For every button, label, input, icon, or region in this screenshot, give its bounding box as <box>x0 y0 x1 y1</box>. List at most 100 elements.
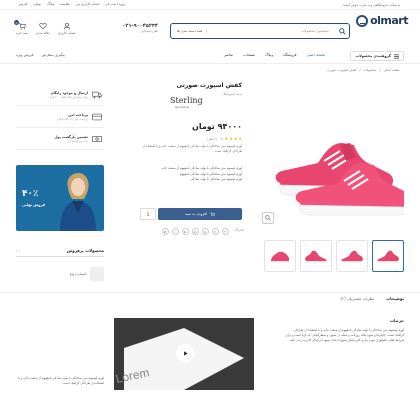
product-tabs: توضیحات نظرات مشتریان (۲) <box>340 296 404 301</box>
play-icon <box>183 350 188 356</box>
tab-description[interactable]: توضیحات <box>386 296 404 301</box>
top-links: ورود / ثبت نام حساب کاربری من مقایسه وبل… <box>18 2 125 6</box>
best-sellers-divider <box>16 256 104 257</box>
nav-item-blog[interactable]: وبلاگ <box>265 53 273 57</box>
nav-item-shop[interactable]: فروشگاه <box>283 53 296 57</box>
currency-select[interactable]: تومان <box>33 2 41 6</box>
cart-count-badge: 0 <box>14 20 19 25</box>
nav-right-links: پیگیری سفارش فروش ویژه <box>16 53 65 57</box>
top-link-compare[interactable]: مقایسه <box>60 2 70 6</box>
promo-text: به سایت فروشگاهی وب مارت خوش آمدید <box>343 3 400 7</box>
truck-icon <box>92 91 102 98</box>
product-rating: ★ ★ ★ ★ ★ (۲ نظر) <box>207 136 242 141</box>
details-text: لورم ایپسوم متن ساختگی با تولید سادگی نا… <box>285 328 404 343</box>
product-price: ۹۴۰۰۰ تومان <box>191 122 242 131</box>
order-tracking-link[interactable]: پیگیری سفارش <box>42 53 65 57</box>
details-text-secondary: لورم ایپسوم متن ساختگی با تولید سادگی نا… <box>18 376 104 385</box>
list-item[interactable]: اسمارت واچ <box>16 267 104 281</box>
language-select[interactable]: فارسی <box>18 2 27 6</box>
linkedin-icon[interactable]: in <box>191 228 199 235</box>
thumbnail[interactable] <box>372 240 404 272</box>
wishlist-label: علاقه مندی <box>35 31 50 35</box>
promo-banner[interactable]: ۴۰٪ فروش نهایی <box>16 165 104 231</box>
service-refund: تضمین بازگشت پول تا ۷ روز ضمانت <box>16 128 104 150</box>
site-logo[interactable]: olmart <box>356 14 408 27</box>
breadcrumb: صفحه اصلی / محصولات / کفش اسپورت صورتی <box>327 68 400 72</box>
cart-label: سبد خرید <box>16 31 28 35</box>
search-category-select[interactable]: همه دسته بندی ها <box>173 29 208 33</box>
thumbnail[interactable] <box>336 240 368 272</box>
breadcrumb-home[interactable]: صفحه اصلی <box>384 68 400 72</box>
product-title: کفش اسپورت صورتی <box>176 82 242 89</box>
service-sub: برای سفارش های بالای ۲۰۰ هزار <box>49 94 88 99</box>
thumbnail[interactable] <box>264 240 296 272</box>
search-icon[interactable] <box>336 25 349 38</box>
product-main-image[interactable] <box>260 76 404 234</box>
chevron-left-icon[interactable]: › <box>16 249 17 253</box>
cart-icon <box>18 22 26 30</box>
money-back-icon <box>92 135 102 142</box>
top-link-blog[interactable]: وبلاگ <box>47 2 54 6</box>
nav-item-elements[interactable]: عناصر <box>224 53 233 57</box>
support-phone: ۰۲۱-۹۰۰۴۵۲۳۴ تلفن پشتیبانی <box>122 23 158 33</box>
twitter-icon[interactable]: t <box>211 228 219 235</box>
telegram-icon[interactable]: ➤ <box>181 228 189 235</box>
top-bar: به سایت فروشگاهی وب مارت خوش آمدید ورود … <box>0 0 420 10</box>
star-icon: ★ <box>224 136 229 141</box>
banner-discount: ۴۰٪ <box>22 189 39 199</box>
brand-logo[interactable]: Sterling <box>170 96 203 105</box>
review-count[interactable]: (۲ نظر) <box>207 137 217 141</box>
brand-tagline: Sport style <box>175 106 190 109</box>
star-icon: ★ <box>229 136 233 141</box>
top-link-login[interactable]: ورود / ثبت نام <box>106 2 125 6</box>
header-icons: حساب کاربری علاقه مندی 0 سبد خرید <box>14 20 76 35</box>
product-features: لورم ایپسوم متن ساختگی با تولید سادگی نا… <box>142 166 242 183</box>
best-sellers-nav: ‹ › <box>16 249 21 253</box>
special-sale-link[interactable]: فروش ویژه <box>16 53 34 57</box>
star-icon: ★ <box>220 136 224 141</box>
product-thumbnails <box>264 240 404 272</box>
zoom-button[interactable] <box>262 212 274 224</box>
add-to-cart-button[interactable]: افزودن به سبد <box>158 208 242 220</box>
share-label: اشتراک: <box>233 228 244 232</box>
pinterest-icon[interactable]: p <box>201 228 209 235</box>
tab-reviews[interactable]: نظرات مشتریان (۲) <box>340 296 374 301</box>
heart-icon[interactable]: ♡ <box>171 228 179 235</box>
categories-label: گروهبندی محصولات <box>355 54 391 58</box>
product-video[interactable]: Lorem <box>114 318 254 390</box>
service-payment: پرداخت امن پرداخت امن با درگاه بانکی <box>16 106 104 128</box>
service-title: ارسال و موجود رایگان <box>50 90 88 95</box>
cart-icon <box>210 212 215 216</box>
account-button[interactable]: حساب کاربری <box>58 22 76 35</box>
product-brand: برند: اسپرلینگ <box>222 92 242 96</box>
nav-item-home[interactable]: صفحه اصلی <box>307 53 326 57</box>
product-thumb <box>90 267 104 281</box>
search-input[interactable]: جستجوی محصولات <box>207 29 329 33</box>
facebook-icon[interactable]: f <box>221 228 229 235</box>
quantity-stepper[interactable]: 1 <box>140 208 156 220</box>
service-sub: تا ۷ روز ضمانت <box>69 138 88 143</box>
nav-divider <box>0 63 420 64</box>
product-name: اسمارت واچ <box>69 272 86 276</box>
top-link-account[interactable]: حساب کاربری من <box>76 2 100 6</box>
product-short-description: لورم ایپسوم متن ساختگی با تولید سادگی نا… <box>142 144 242 153</box>
wishlist-button[interactable]: علاقه مندی <box>36 22 50 35</box>
play-button[interactable] <box>176 344 194 362</box>
chevron-right-icon[interactable]: ‹ <box>19 249 20 253</box>
services-box: ارسال و موجود رایگان برای سفارش های بالای… <box>16 84 104 150</box>
banner-model-image <box>60 173 96 231</box>
compare-icon[interactable]: ⇄ <box>161 228 169 235</box>
thumbnail[interactable] <box>300 240 332 272</box>
share-bar: اشتراک: f t p in ➤ ♡ ⇄ <box>161 228 244 235</box>
best-sellers: محصولات پرفروش ‹ › اسمارت واچ <box>16 248 104 281</box>
heart-icon <box>39 22 47 30</box>
breadcrumb-products[interactable]: محصولات <box>364 68 377 72</box>
banner-label: فروش نهایی <box>22 203 46 207</box>
cart-button[interactable]: 0 سبد خرید <box>14 20 28 35</box>
nav-item-pages[interactable]: صفحات <box>243 53 255 57</box>
service-title: تضمین بازگشت پول <box>54 134 88 139</box>
main-nav: گروهبندی محصولات صفحه اصلی فروشگاه وبلاگ… <box>0 50 420 62</box>
star-icon: ★ <box>238 136 242 141</box>
feature-item: لورم ایپسوم متن ساختگی با تولید سادگی <box>190 177 242 181</box>
categories-button[interactable]: گروهبندی محصولات <box>350 51 404 61</box>
